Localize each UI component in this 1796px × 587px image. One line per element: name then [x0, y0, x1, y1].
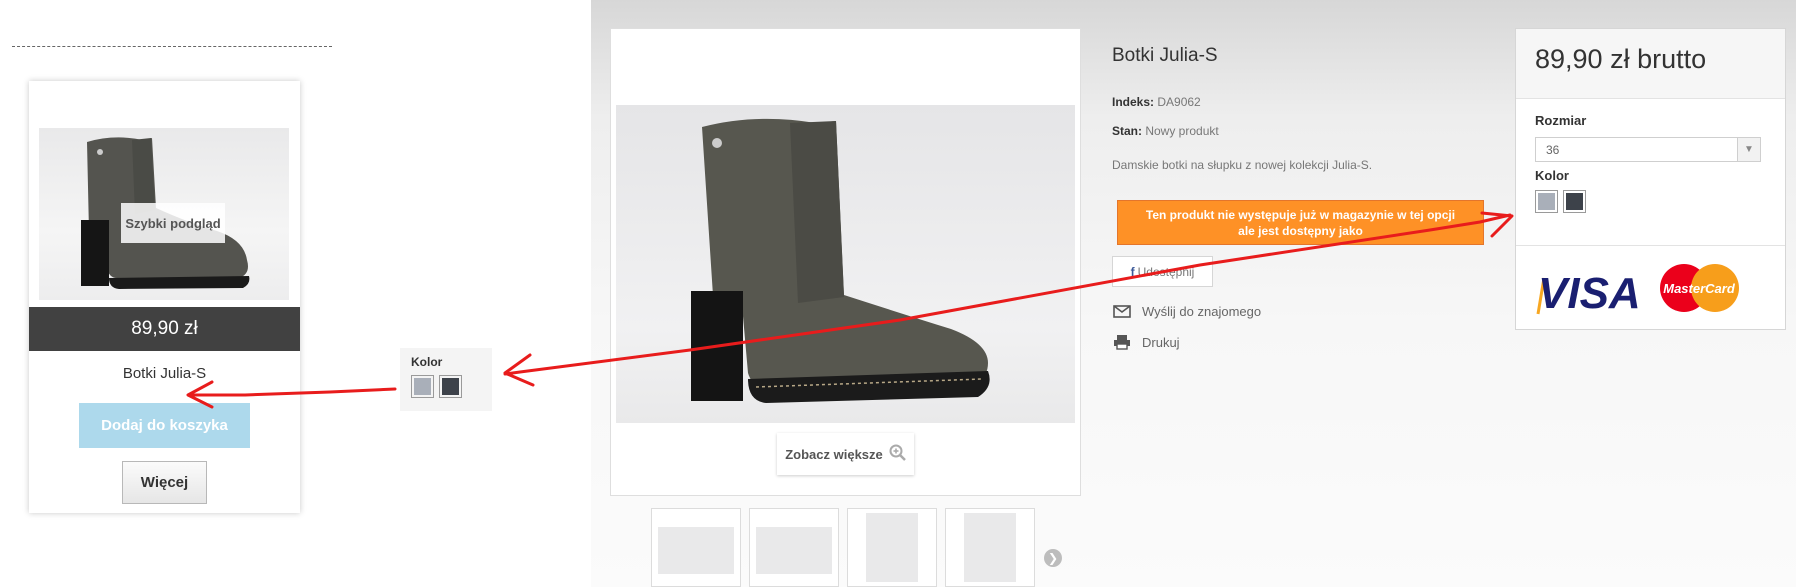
- color-label-buybox: Kolor: [1535, 168, 1569, 183]
- color-swatch-light[interactable]: [411, 375, 434, 398]
- color-selector-popup: Kolor: [400, 348, 492, 411]
- card-price: 89,90 zł: [29, 307, 300, 351]
- price-gross: 89,90 zł brutto: [1535, 44, 1707, 74]
- facebook-icon: f: [1130, 264, 1135, 279]
- share-button[interactable]: f Udostępnij: [1112, 256, 1213, 287]
- visa-mastercard-logo: VISA MasterCard: [1536, 264, 1739, 318]
- buybox-color-swatch-dark[interactable]: [1563, 190, 1586, 213]
- quick-view-button[interactable]: Szybki podgląd: [121, 203, 225, 243]
- stock-alert-line2: ale jest dostępny jako: [1238, 224, 1363, 238]
- size-label: Rozmiar: [1535, 113, 1587, 128]
- buy-box: 89,90 zł brutto Rozmiar 36 ▼ Kolor VISA …: [1515, 28, 1786, 330]
- main-product-image[interactable]: [616, 105, 1075, 423]
- stock-alert: Ten produkt nie występuje już w magazyni…: [1117, 200, 1484, 245]
- send-to-friend-link[interactable]: Wyślij do znajomego: [1112, 304, 1261, 319]
- envelope-icon: [1112, 305, 1132, 318]
- print-link[interactable]: Drukuj: [1112, 334, 1180, 350]
- thumbnail-4[interactable]: [945, 508, 1035, 587]
- size-value: 36: [1546, 143, 1560, 157]
- thumbnail-1[interactable]: [651, 508, 741, 587]
- printer-icon: [1112, 334, 1132, 350]
- print-label: Drukuj: [1142, 334, 1180, 350]
- product-title: Botki Julia-S: [1112, 45, 1218, 66]
- add-to-cart-button[interactable]: Dodaj do koszyka: [79, 403, 250, 448]
- dashed-divider: [12, 46, 332, 47]
- zoom-button[interactable]: Zobacz większe: [777, 433, 914, 475]
- chevron-right-icon[interactable]: ❯: [1044, 549, 1062, 567]
- price-header: 89,90 zł brutto: [1516, 29, 1785, 99]
- main-image-frame: Zobacz większe: [610, 28, 1081, 496]
- product-card[interactable]: Szybki podgląd 89,90 zł Botki Julia-S Do…: [29, 81, 300, 513]
- more-button[interactable]: Więcej: [122, 461, 207, 504]
- buybox-color-swatch-light[interactable]: [1535, 190, 1558, 213]
- color-label: Kolor: [411, 355, 443, 369]
- stock-alert-line1: Ten produkt nie występuje już w magazyni…: [1145, 208, 1456, 222]
- condition-value: Nowy produkt: [1145, 124, 1219, 138]
- size-select[interactable]: 36 ▼: [1535, 137, 1761, 162]
- visa-text: VISA: [1538, 269, 1641, 318]
- share-label: Udostępnij: [1137, 264, 1195, 279]
- index-label: Indeks:: [1112, 95, 1155, 109]
- thumbnail-3[interactable]: [847, 508, 937, 587]
- product-image[interactable]: Szybki podgląd: [39, 128, 289, 300]
- zoom-label: Zobacz większe: [785, 446, 883, 462]
- mastercard-text: MasterCard: [1663, 281, 1736, 296]
- search-plus-icon: [889, 444, 906, 464]
- card-product-name[interactable]: Botki Julia-S: [29, 365, 300, 382]
- product-index: Indeks: DA9062: [1112, 95, 1201, 109]
- index-value: DA9062: [1157, 95, 1201, 109]
- payment-logos: VISA MasterCard: [1516, 245, 1785, 331]
- chevron-down-icon: ▼: [1737, 138, 1760, 161]
- send-to-friend-label: Wyślij do znajomego: [1142, 304, 1262, 319]
- thumbnail-2[interactable]: [749, 508, 839, 587]
- boot-image-large: [691, 118, 990, 403]
- product-description: Damskie botki na słupku z nowej kolekcji…: [1112, 158, 1373, 172]
- product-condition: Stan: Nowy produkt: [1112, 124, 1219, 138]
- condition-label: Stan:: [1112, 124, 1142, 138]
- color-swatch-dark[interactable]: [439, 375, 462, 398]
